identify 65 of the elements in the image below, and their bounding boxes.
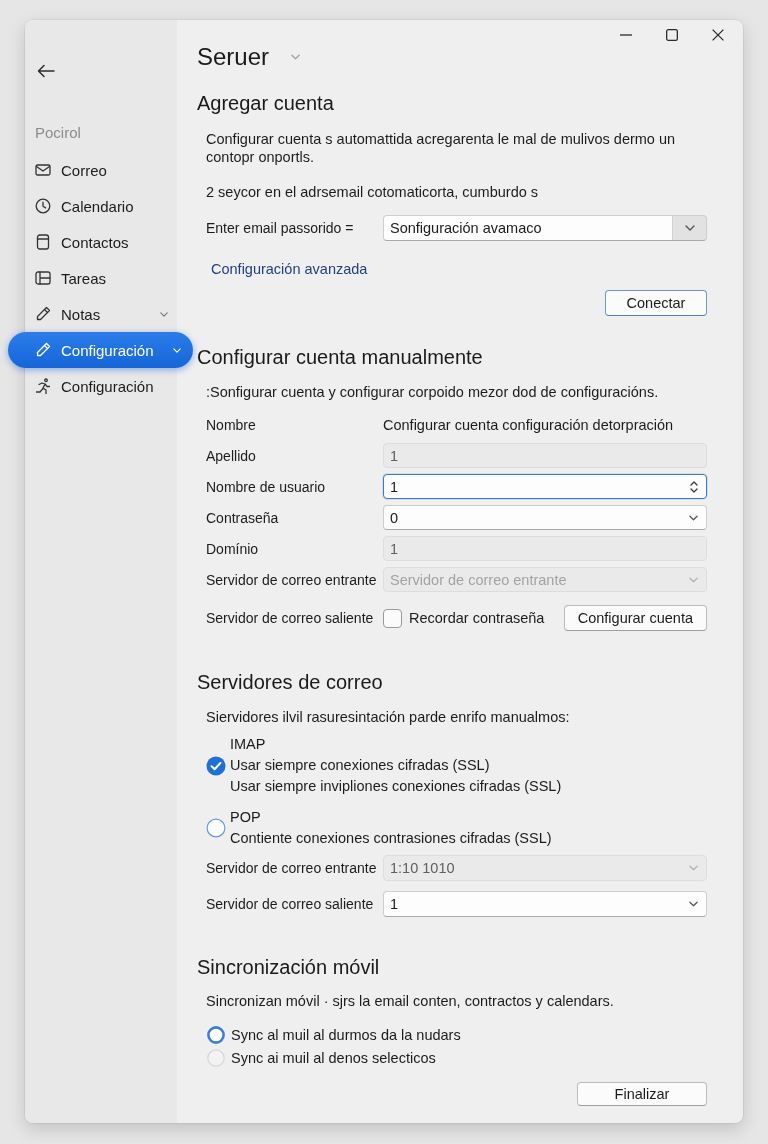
section-description: Configurar cuenta s automattida acregarenta le mal de mulivos dermo un contopr onportls. [206,130,677,166]
field-label: Contraseña [206,509,280,526]
option-description: Usar siempre invipliones conexiones cifradas (SSL) [230,777,562,796]
close-icon [712,29,724,41]
field-label: Servidor de correo entrante [206,860,378,876]
field-label: Nombre de usuario [206,478,327,495]
dropdown-field[interactable]: 1 [383,891,707,917]
sidebar-item[interactable]: Calendario [25,188,177,224]
window-title: Seruer [197,42,270,72]
running-figure-icon [35,378,51,394]
sidebar-item[interactable]: Tareas [25,260,177,296]
chevron-down-icon[interactable] [689,901,698,907]
sidebar-item[interactable]: Correo [25,152,177,188]
chevron-down-icon[interactable] [160,311,168,317]
minimize-icon [620,34,632,36]
bin-icon [35,234,51,250]
section-heading: Sincronización móvil [197,955,381,979]
chevron-down-icon[interactable] [685,225,695,231]
section-heading: Servidores de correo [197,670,384,694]
action-button[interactable]: Configurar cuenta [563,605,707,631]
section-description: Sincronizan móvil · sjrs la email conten, contractos y calendars. [206,992,615,1010]
clock-icon [35,198,51,214]
radio-button[interactable] [207,1025,225,1044]
back-arrow-icon[interactable] [37,64,55,78]
option-description: Contiente conexiones contrasiones cifradas (SSL) [230,829,552,848]
radio-button[interactable] [206,818,226,838]
settings-link[interactable]: Configuración avanzada [211,261,368,277]
sidebar-item[interactable]: Notas [25,296,177,332]
pencil-icon [35,306,51,322]
chevron-down-icon[interactable] [689,514,698,521]
action-button[interactable]: Finalizar [577,1082,707,1106]
section-description: Siervidores ilvil rasuresintación parde enrifo manualmos: [206,708,571,726]
action-button[interactable]: Conectar [605,290,707,316]
section-heading: Configurar cuenta manualmente [197,345,484,369]
field-label: Servidor de correo entrante [206,571,378,588]
number-field[interactable]: 1 [383,474,707,499]
field-label: Servidor de correo saliente [206,610,375,626]
protocol-name: POP [230,808,262,827]
spinner-arrows-icon[interactable] [690,479,698,494]
sidebar-item[interactable]: Configuración [8,332,193,368]
pencil-icon [35,342,51,358]
field-label: Nombre [206,416,257,433]
option-label[interactable]: Sync ai muil al denos selecticos [231,1049,436,1066]
option-description: Usar siempre conexiones cifradas (SSL) [230,756,491,775]
info-text: 2 seycor en el adrsemail cotomaticorta, cumburdo s [206,183,540,201]
section-heading: Agregar cuenta [197,91,335,115]
dropdown-field[interactable]: Sonfiguración avamaco [383,215,707,241]
field-label: Apellido [206,447,257,464]
option-label[interactable]: Sync al muil al durmos da la nudars [231,1026,461,1043]
checkbox-label[interactable]: Recordar contraseña [409,610,545,626]
field-label: Servidor de correo saliente [206,896,375,912]
field-label: Enter email passorido = [206,220,355,236]
sidebar-item[interactable]: Contactos [25,224,177,260]
field-value: Configurar cuenta configuración detorpración [383,416,675,433]
maximize-icon [666,29,678,41]
radio-button[interactable] [206,755,226,776]
dropdown-field[interactable]: 0 [383,505,707,530]
panel-icon [35,270,51,286]
checkbox[interactable] [383,608,402,628]
sidebar-item[interactable]: Configuración [25,368,177,404]
sidebar-heading: Pocirol [35,124,82,142]
section-description: :Sonfigurar cuenta y configurar corpoido mezor dod de configuracións. [206,383,660,401]
protocol-name: IMAP [230,735,267,754]
field-label: Domínio [206,540,260,557]
envelope-icon [35,162,51,178]
